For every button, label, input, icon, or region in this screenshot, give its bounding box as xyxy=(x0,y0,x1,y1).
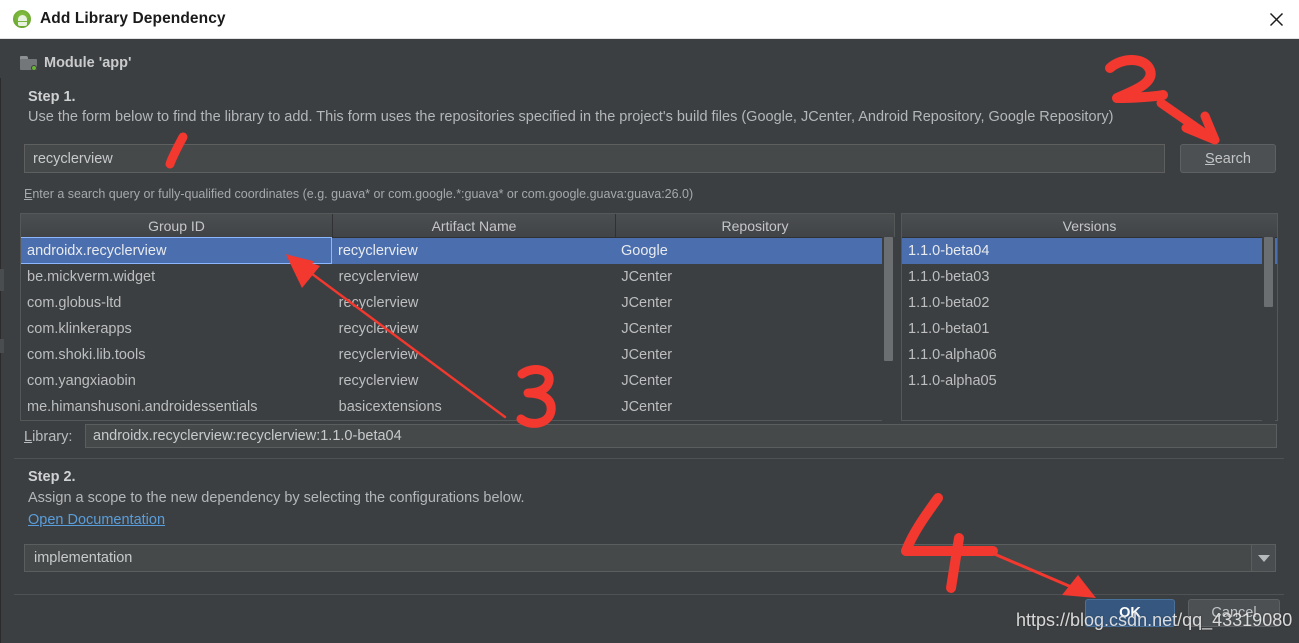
versions-list[interactable]: Versions 1.1.0-beta04 1.1.0-beta03 1.1.0-b… xyxy=(901,213,1278,421)
version-list-item[interactable]: 1.1.0-alpha06 xyxy=(902,342,1277,368)
scope-dropdown[interactable]: implementation xyxy=(24,544,1276,572)
versions-header: Versions xyxy=(902,214,1277,238)
cell-artifact-name: recyclerview xyxy=(338,321,419,337)
results-table-header: Group ID Artifact Name Repository xyxy=(21,214,894,238)
version-list-item[interactable]: 1.1.0-beta04 xyxy=(902,238,1277,264)
table-row[interactable]: be.mickverm.widget recyclerview JCenter xyxy=(21,264,894,290)
open-documentation-link[interactable]: Open Documentation xyxy=(28,512,165,528)
search-button-label: Search xyxy=(1205,150,1251,167)
cell-repository: JCenter xyxy=(621,269,673,285)
table-row[interactable]: com.globus-ltd recyclerview JCenter xyxy=(21,290,894,316)
search-input[interactable] xyxy=(24,144,1165,173)
table-row[interactable]: me.himanshusoni.androidessentials basicex… xyxy=(21,394,894,420)
version-label: 1.1.0-alpha05 xyxy=(908,373,997,389)
cell-group-id: com.yangxiaobin xyxy=(27,373,136,389)
dialog-titlebar: Add Library Dependency xyxy=(0,0,1299,39)
results-scrollbar-thumb[interactable] xyxy=(884,237,893,361)
add-library-dependency-dialog: Add Library Dependency Module 'app' Step… xyxy=(0,0,1299,643)
scope-dropdown-button[interactable] xyxy=(1251,545,1275,571)
search-results-table[interactable]: Group ID Artifact Name Repository androi… xyxy=(20,213,895,421)
table-row[interactable]: com.klinkerapps recyclerview JCenter xyxy=(21,316,894,342)
module-row: Module 'app' xyxy=(20,55,131,71)
window-edge-notch xyxy=(0,269,4,291)
step2-description: Assign a scope to the new dependency by … xyxy=(28,490,525,506)
cell-repository: Google xyxy=(621,243,668,259)
versions-scrollbar[interactable] xyxy=(1262,237,1275,421)
cell-repository: JCenter xyxy=(621,295,673,311)
window-left-edge xyxy=(0,78,3,643)
close-button[interactable] xyxy=(1253,0,1299,38)
module-folder-icon xyxy=(20,56,37,71)
dialog-content: Module 'app' Step 1. Use the form below … xyxy=(0,39,1299,643)
version-label: 1.1.0-alpha06 xyxy=(908,347,997,363)
search-button[interactable]: Search xyxy=(1180,144,1276,173)
window-edge-notch xyxy=(0,339,4,353)
dialog-title: Add Library Dependency xyxy=(40,10,226,27)
close-icon xyxy=(1269,12,1283,26)
cell-group-id: androidx.recyclerview xyxy=(21,237,332,264)
cell-group-id: com.shoki.lib.tools xyxy=(27,347,146,363)
cell-group-id: com.klinkerapps xyxy=(27,321,132,337)
android-studio-icon xyxy=(13,10,31,28)
cell-artifact-name: recyclerview xyxy=(338,243,418,259)
cell-repository: JCenter xyxy=(621,321,673,337)
library-coordinates-value: androidx.recyclerview:recyclerview:1.1.0… xyxy=(93,428,402,444)
separator-footer xyxy=(14,594,1284,595)
column-header-versions[interactable]: Versions xyxy=(902,214,1277,237)
search-hint-text: nter a search query or fully-qualified c… xyxy=(32,187,694,201)
watermark-text: https://blog.csdn.net/qq_43319080 xyxy=(1016,610,1293,630)
version-label: 1.1.0-beta02 xyxy=(908,295,990,311)
cell-group-id: be.mickverm.widget xyxy=(27,269,156,285)
cell-repository: JCenter xyxy=(621,347,673,363)
versions-scrollbar-thumb[interactable] xyxy=(1264,237,1273,307)
results-scrollbar[interactable] xyxy=(882,237,895,421)
chevron-down-icon xyxy=(1257,554,1270,562)
separator-step2 xyxy=(14,458,1284,459)
version-list-item[interactable]: 1.1.0-beta02 xyxy=(902,290,1277,316)
library-coordinates-field[interactable]: androidx.recyclerview:recyclerview:1.1.0… xyxy=(85,424,1277,448)
step2-title: Step 2. xyxy=(28,469,76,485)
cell-repository: JCenter xyxy=(621,373,673,389)
step1-title: Step 1. xyxy=(28,89,76,105)
module-label: Module 'app' xyxy=(44,55,132,71)
versions-list-body: 1.1.0-beta04 1.1.0-beta03 1.1.0-beta02 1.1.… xyxy=(902,238,1277,394)
table-row[interactable]: androidx.recyclerview recyclerview Google xyxy=(21,237,894,264)
cell-repository: JCenter xyxy=(621,399,673,415)
cell-artifact-name: recyclerview xyxy=(338,373,419,389)
search-hint: Enter a search query or fully-qualified … xyxy=(24,187,693,201)
scope-value: implementation xyxy=(34,550,133,566)
column-header-repository[interactable]: Repository xyxy=(616,214,894,237)
cell-group-id: com.globus-ltd xyxy=(27,295,122,311)
cell-artifact-name: recyclerview xyxy=(338,269,419,285)
table-row[interactable]: com.shoki.lib.tools recyclerview JCenter xyxy=(21,342,894,368)
table-row[interactable]: com.yangxiaobin recyclerview JCenter xyxy=(21,368,894,394)
version-list-item[interactable]: 1.1.0-alpha05 xyxy=(902,368,1277,394)
results-table-body: androidx.recyclerview recyclerview Google b… xyxy=(21,237,894,420)
version-label: 1.1.0-beta04 xyxy=(908,243,990,259)
cell-group-id: me.himanshusoni.androidessentials xyxy=(27,399,258,415)
cell-artifact-name: recyclerview xyxy=(338,347,419,363)
version-list-item[interactable]: 1.1.0-beta03 xyxy=(902,264,1277,290)
column-header-artifact-name[interactable]: Artifact Name xyxy=(333,214,616,237)
column-header-group-id[interactable]: Group ID xyxy=(21,214,333,237)
library-label: Library: xyxy=(24,429,73,445)
cell-artifact-name: basicextensions xyxy=(338,399,442,415)
version-list-item[interactable]: 1.1.0-beta01 xyxy=(902,316,1277,342)
cell-artifact-name: recyclerview xyxy=(338,295,419,311)
version-label: 1.1.0-beta03 xyxy=(908,269,990,285)
version-label: 1.1.0-beta01 xyxy=(908,321,990,337)
step1-description: Use the form below to find the library t… xyxy=(28,109,1114,125)
